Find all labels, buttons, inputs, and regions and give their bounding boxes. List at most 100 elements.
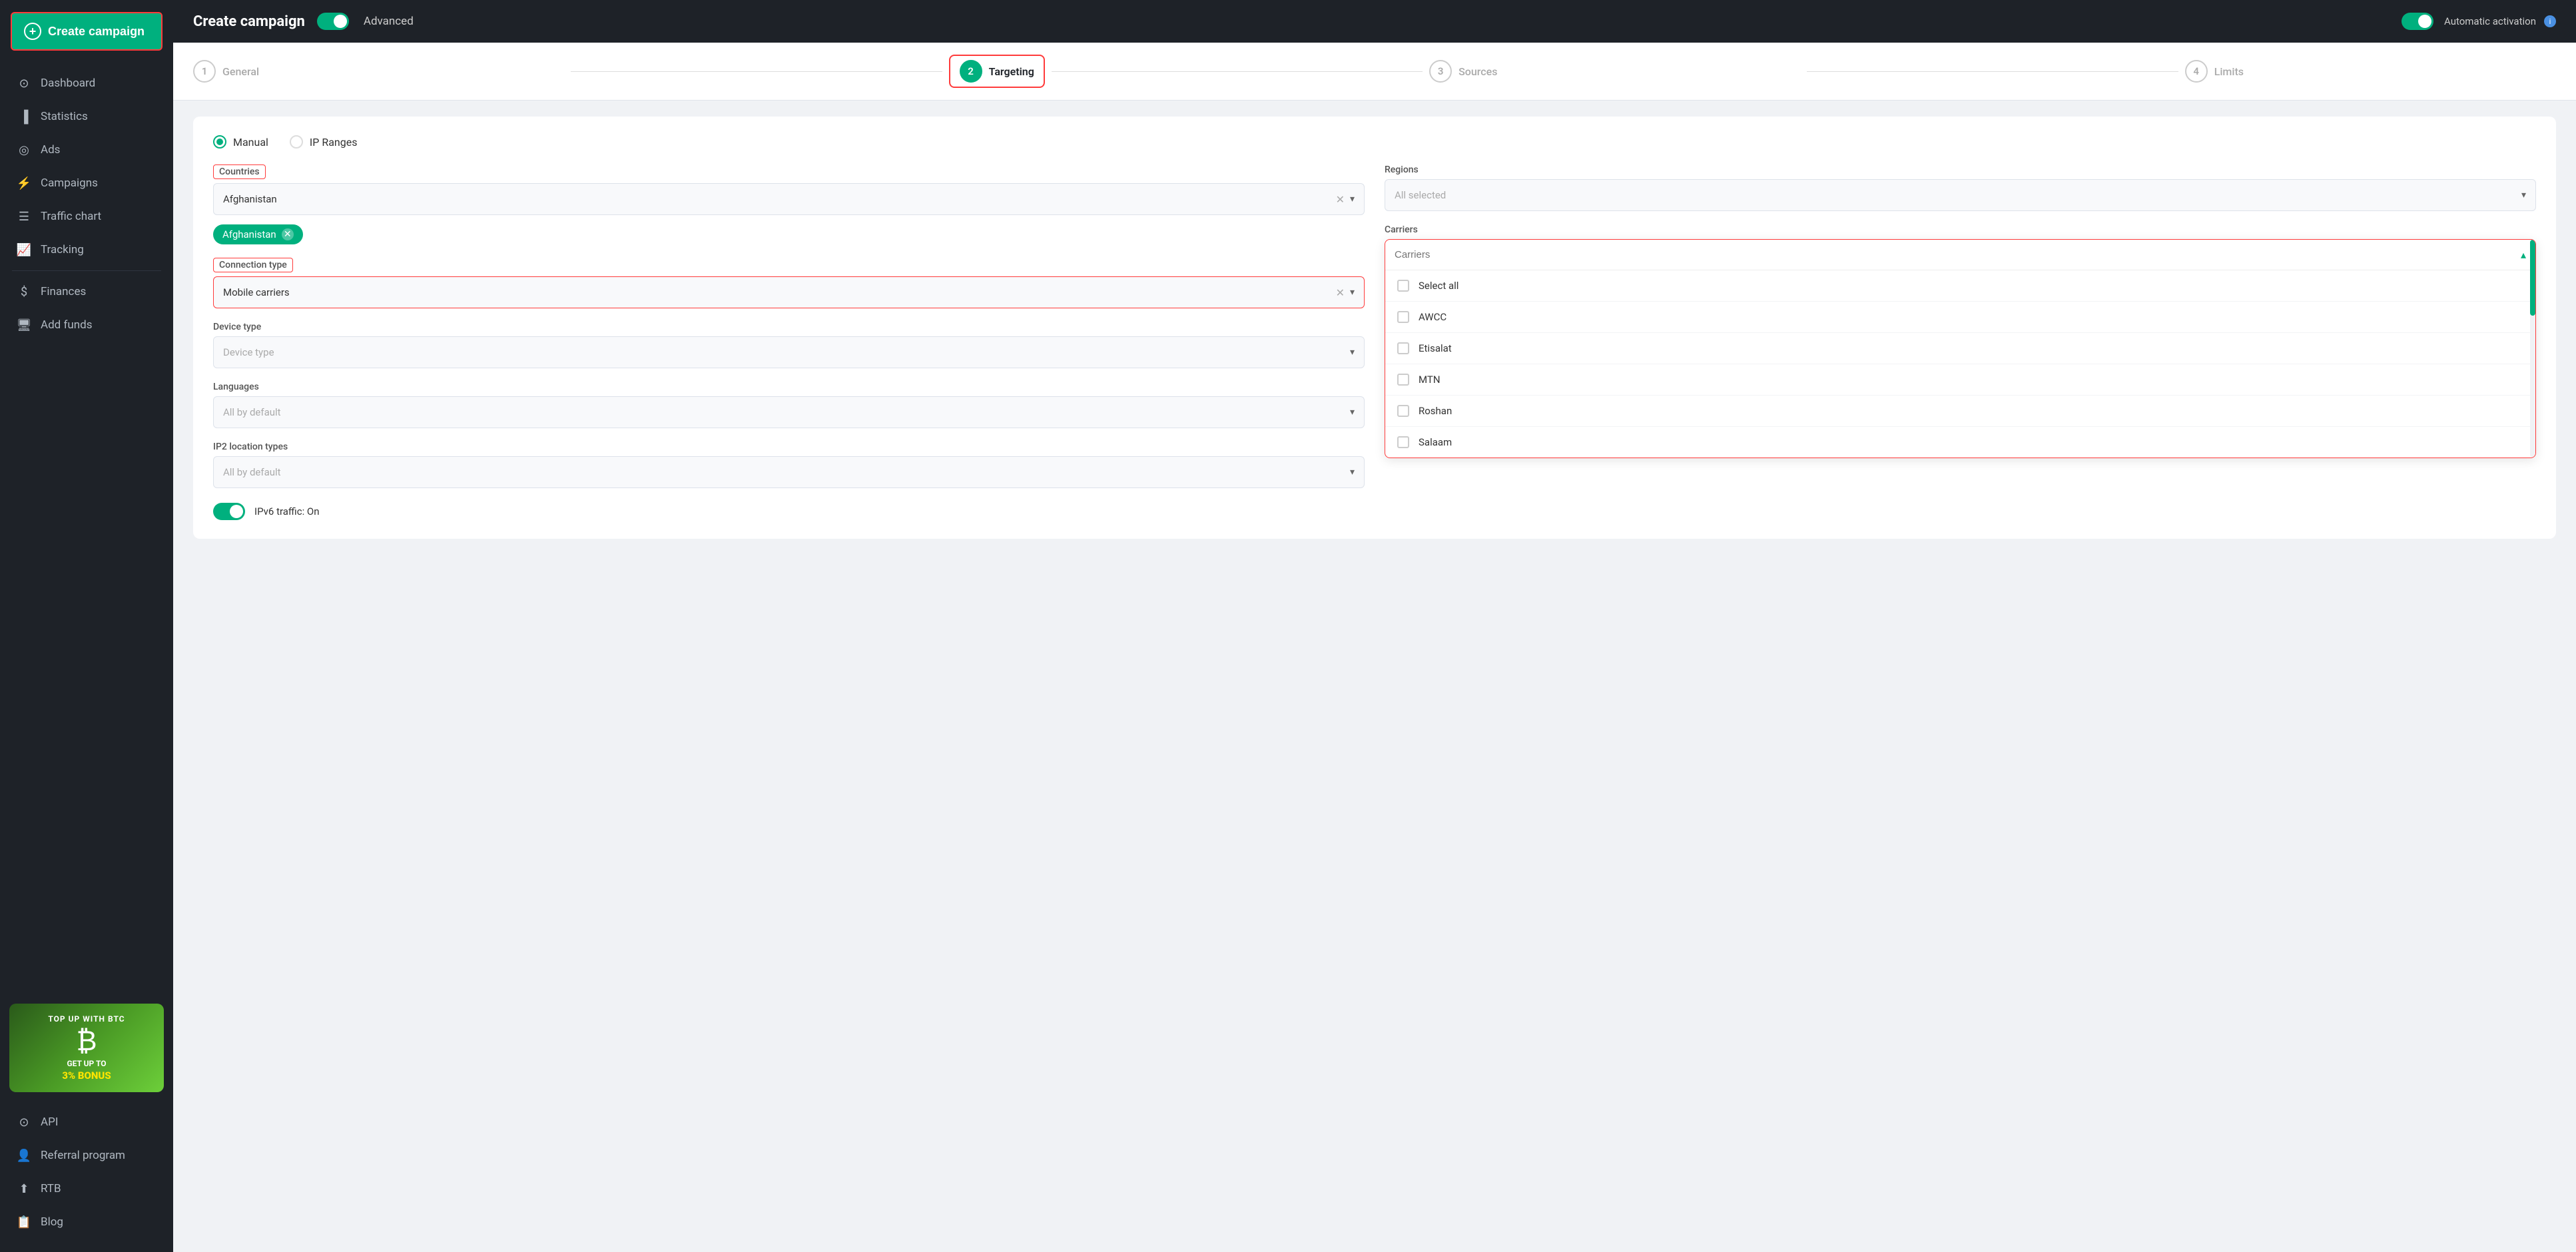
device-type-select[interactable]: Device type ▾	[213, 336, 1365, 368]
auto-activation-info-icon[interactable]: i	[2544, 15, 2556, 27]
ip2-icons: ▾	[1350, 467, 1355, 477]
content-area: Manual IP Ranges Countries Afghanistan	[173, 101, 2576, 1252]
carrier-checkbox-select-all[interactable]	[1397, 280, 1409, 292]
regions-select[interactable]: All selected ▾	[1385, 179, 2536, 211]
carrier-checkbox-mtn[interactable]	[1397, 374, 1409, 386]
btc-coin-icon: ₿	[76, 1025, 97, 1058]
carrier-option-select-all[interactable]: Select all	[1385, 270, 2535, 302]
toggle-knob	[334, 15, 347, 28]
radio-manual-inner	[216, 139, 223, 145]
tracking-icon: 📈	[17, 242, 31, 257]
carriers-search-input[interactable]	[1395, 242, 2521, 267]
sidebar-item-blog[interactable]: 📋 Blog	[0, 1205, 173, 1239]
step-connector-1	[571, 71, 942, 72]
ipv6-label: IPv6 traffic: On	[254, 505, 320, 517]
page-title: Create campaign	[193, 13, 305, 30]
ip2-label: IP2 location types	[213, 442, 1365, 452]
sidebar-navigation: ⊙ Dashboard ▐ Statistics ◎ Ads ⚡ Campaig…	[0, 63, 173, 996]
device-type-chevron-icon[interactable]: ▾	[1350, 347, 1355, 358]
sidebar-item-api[interactable]: ⊙ API	[0, 1105, 173, 1139]
api-icon: ⊙	[17, 1115, 31, 1129]
carrier-checkbox-etisalat[interactable]	[1397, 342, 1409, 354]
sidebar-item-traffic-chart[interactable]: ☰ Traffic chart	[0, 200, 173, 233]
carrier-option-mtn[interactable]: MTN	[1385, 364, 2535, 396]
connection-type-select[interactable]: Mobile carriers ✕ ▾	[213, 276, 1365, 308]
auto-activation-knob	[2418, 15, 2431, 28]
carrier-checkbox-awcc[interactable]	[1397, 311, 1409, 323]
sidebar-item-ads[interactable]: ◎ Ads	[0, 133, 173, 166]
ip2-select[interactable]: All by default ▾	[213, 456, 1365, 488]
ads-icon: ◎	[17, 143, 31, 157]
carriers-field: Carriers ▴ Select all	[1385, 224, 2536, 458]
sidebar-bottom-navigation: ⊙ API 👤 Referral program ⬆ RTB 📋 Blog	[0, 1100, 173, 1252]
ip2-chevron-icon[interactable]: ▾	[1350, 467, 1355, 477]
radio-manual[interactable]: Manual	[213, 135, 268, 149]
top-header: Create campaign Advanced Automatic activ…	[173, 0, 2576, 43]
carrier-checkbox-salaam[interactable]	[1397, 436, 1409, 448]
auto-activation-toggle[interactable]	[2402, 13, 2433, 30]
step-general-label: General	[222, 65, 259, 78]
countries-select[interactable]: Afghanistan ✕ ▾	[213, 183, 1365, 215]
step-limits-number: 4	[2185, 60, 2208, 83]
step-general-number: 1	[193, 60, 216, 83]
sidebar-item-add-funds[interactable]: 🖥 Add funds	[0, 308, 173, 342]
btc-banner[interactable]: TOP UP WITH BTC ₿ GET UP TO 3% BONUS	[9, 1004, 164, 1092]
campaigns-icon: ⚡	[17, 176, 31, 190]
rtb-icon: ⬆	[17, 1181, 31, 1196]
countries-field: Countries Afghanistan ✕ ▾ Afghanistan	[213, 164, 1365, 244]
regions-chevron-icon[interactable]: ▾	[2521, 190, 2526, 200]
sidebar-item-tracking[interactable]: 📈 Tracking	[0, 233, 173, 266]
right-column: Regions All selected ▾ Carriers	[1385, 164, 2536, 520]
tag-remove-icon[interactable]: ✕	[282, 228, 294, 240]
blog-icon: 📋	[17, 1215, 31, 1229]
languages-chevron-icon[interactable]: ▾	[1350, 407, 1355, 418]
step-general[interactable]: 1 General	[193, 60, 564, 83]
sidebar-item-statistics[interactable]: ▐ Statistics	[0, 100, 173, 133]
carriers-scrollbar-track	[2530, 240, 2535, 458]
ip2-field: IP2 location types All by default ▾	[213, 442, 1365, 488]
auto-activation-label: Automatic activation	[2444, 15, 2536, 27]
step-targeting[interactable]: 2 Targeting	[949, 55, 1045, 88]
sidebar-item-referral[interactable]: 👤 Referral program	[0, 1139, 173, 1172]
languages-icons: ▾	[1350, 407, 1355, 418]
countries-chevron-icon[interactable]: ▾	[1350, 194, 1355, 204]
dashboard-icon: ⊙	[17, 76, 31, 91]
advanced-label: Advanced	[364, 15, 414, 28]
sidebar-item-finances[interactable]: $ Finances	[0, 275, 173, 308]
countries-clear-icon[interactable]: ✕	[1336, 193, 1345, 206]
radio-ip-ranges[interactable]: IP Ranges	[290, 135, 358, 149]
countries-value: Afghanistan	[223, 193, 1336, 205]
step-limits[interactable]: 4 Limits	[2185, 60, 2556, 83]
step-targeting-label: Targeting	[989, 65, 1034, 78]
connection-type-chevron-icon[interactable]: ▾	[1350, 287, 1355, 298]
steps-bar: 1 General 2 Targeting 3 Sources 4 Limits	[173, 43, 2576, 101]
carrier-checkbox-roshan[interactable]	[1397, 405, 1409, 417]
radio-ip-label: IP Ranges	[310, 136, 358, 149]
carriers-chevron-up-icon[interactable]: ▴	[2521, 248, 2526, 261]
carrier-option-etisalat[interactable]: Etisalat	[1385, 333, 2535, 364]
create-campaign-button[interactable]: + Create campaign	[11, 12, 162, 51]
ipv6-toggle[interactable]	[213, 503, 245, 520]
finances-icon: $	[17, 284, 31, 299]
regions-field: Regions All selected ▾	[1385, 164, 2536, 211]
ip2-placeholder: All by default	[223, 466, 1350, 478]
carriers-dropdown: ▴ Select all AWCC	[1385, 239, 2536, 458]
sidebar-item-campaigns[interactable]: ⚡ Campaigns	[0, 166, 173, 200]
languages-select[interactable]: All by default ▾	[213, 396, 1365, 428]
device-type-field: Device type Device type ▾	[213, 322, 1365, 368]
sidebar-item-dashboard[interactable]: ⊙ Dashboard	[0, 67, 173, 100]
carrier-option-roshan[interactable]: Roshan	[1385, 396, 2535, 427]
step-sources[interactable]: 3 Sources	[1429, 60, 1800, 83]
main-area: Create campaign Advanced Automatic activ…	[173, 0, 2576, 1252]
connection-type-field: Connection type Mobile carriers ✕ ▾	[213, 258, 1365, 308]
languages-field: Languages All by default ▾	[213, 382, 1365, 428]
connection-type-clear-icon[interactable]: ✕	[1336, 286, 1345, 299]
step-limits-label: Limits	[2214, 65, 2244, 78]
sidebar-item-rtb[interactable]: ⬆ RTB	[0, 1172, 173, 1205]
advanced-toggle[interactable]	[317, 13, 349, 30]
carrier-option-salaam[interactable]: Salaam	[1385, 427, 2535, 458]
carrier-option-awcc[interactable]: AWCC	[1385, 302, 2535, 333]
carriers-scrollbar-thumb[interactable]	[2530, 240, 2535, 316]
nav-divider	[12, 270, 161, 271]
languages-placeholder: All by default	[223, 406, 1350, 418]
